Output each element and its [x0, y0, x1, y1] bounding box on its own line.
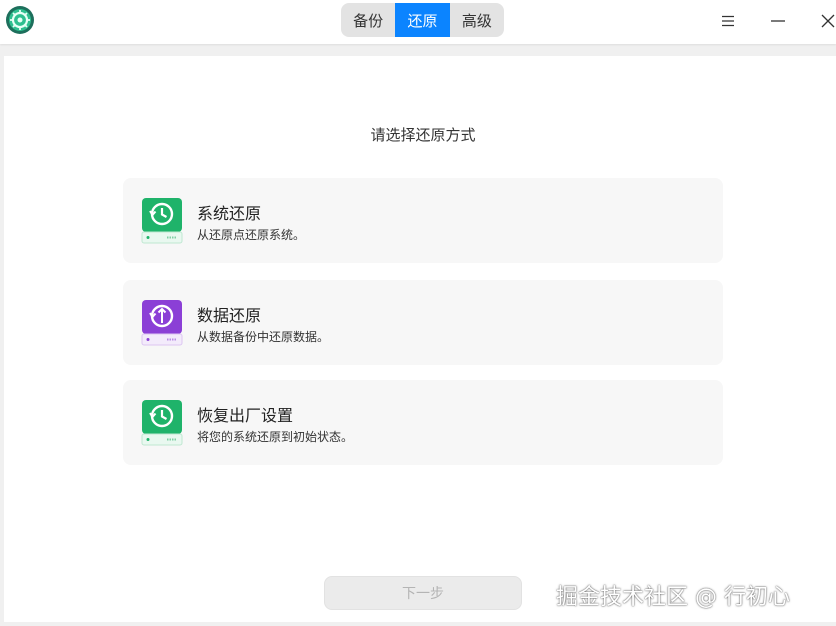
app-logo-icon — [6, 6, 34, 34]
tab-backup[interactable]: 备份 — [341, 3, 395, 37]
mode-tabs: 备份 还原 高级 — [341, 3, 504, 37]
next-step-button[interactable]: 下一步 — [324, 576, 522, 610]
option-description: 从还原点还原系统。 — [197, 228, 306, 242]
option-title: 数据还原 — [197, 306, 262, 325]
close-icon — [821, 14, 835, 28]
minimize-button[interactable] — [764, 8, 792, 34]
watermark-text: 掘金技术社区 @ 行初心 — [556, 585, 790, 610]
data-restore-drive-icon — [141, 300, 183, 346]
menu-button[interactable] — [714, 8, 742, 34]
option-system-restore[interactable]: 系统还原 从还原点还原系统。 — [123, 178, 723, 263]
option-factory-reset[interactable]: 恢复出厂设置 将您的系统还原到初始状态。 — [123, 380, 723, 465]
tab-restore[interactable]: 还原 — [395, 3, 450, 37]
system-restore-drive-icon — [141, 198, 183, 244]
hamburger-menu-icon — [722, 15, 734, 27]
tab-advanced[interactable]: 高级 — [450, 3, 504, 37]
title-bar: 备份 还原 高级 — [0, 0, 836, 44]
option-description: 将您的系统还原到初始状态。 — [197, 430, 354, 444]
option-description: 从数据备份中还原数据。 — [197, 330, 330, 344]
close-button[interactable] — [814, 8, 836, 34]
minimize-icon — [771, 20, 785, 22]
factory-reset-drive-icon — [141, 400, 183, 446]
option-data-restore[interactable]: 数据还原 从数据备份中还原数据。 — [123, 280, 723, 365]
option-title: 恢复出厂设置 — [197, 406, 294, 425]
option-title: 系统还原 — [197, 204, 262, 223]
page-heading: 请选择还原方式 — [370, 126, 476, 144]
